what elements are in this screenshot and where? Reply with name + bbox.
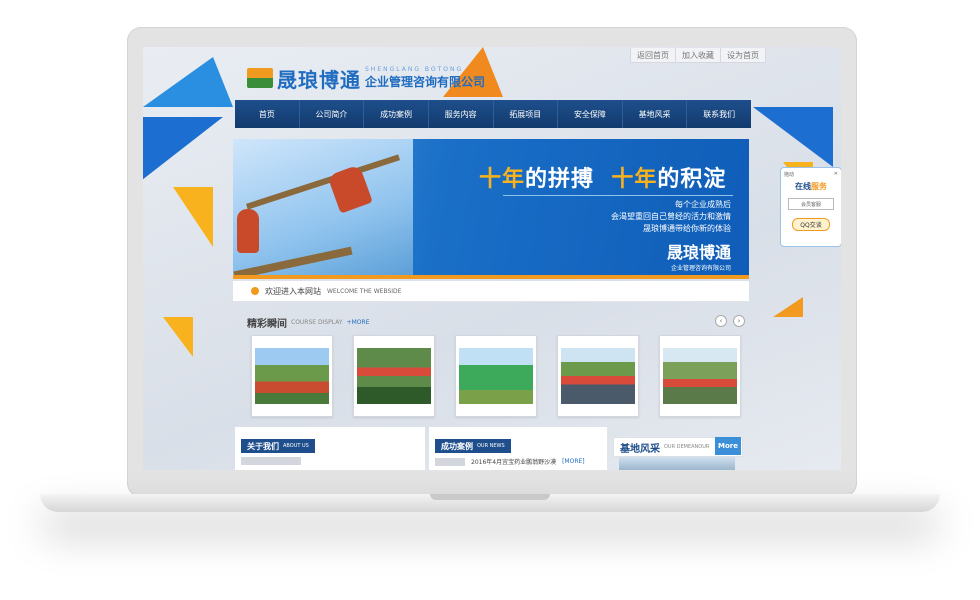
photo-image (255, 348, 329, 404)
news-more-link[interactable]: [MORE] (562, 458, 585, 465)
photo-image (459, 348, 533, 404)
nav-item-contact[interactable]: 联系我们 (687, 100, 751, 128)
nav-item-services[interactable]: 服务内容 (429, 100, 494, 128)
hero-banner[interactable]: 十年的拼搏 十年的积淀 每个企业成熟后 会渴望重回自己曾经的活力和激情 晟琅博通… (233, 139, 749, 279)
website-screen: 返回首页 加入收藏 设为首页 晟琅博通 SHENGLANG BOTONG 企业管… (143, 47, 841, 470)
banner-title: 十年的拼搏 十年的积淀 (479, 167, 727, 192)
chevron-left-icon[interactable]: ‹ (715, 315, 727, 327)
course-title: 精彩瞬间 (247, 319, 287, 330)
close-icon[interactable]: ✕ (834, 171, 838, 177)
course-thumbnail[interactable] (251, 335, 333, 417)
about-header: 关于我们 ABOUT US (241, 439, 315, 453)
decor-triangle (753, 107, 833, 167)
chevron-right-icon[interactable]: › (733, 315, 745, 327)
service-title: 在线服务 (795, 182, 827, 191)
welcome-text: 欢迎进入本网站 (265, 286, 321, 296)
carousel-arrows: ‹ › (715, 315, 745, 327)
decor-triangle (143, 57, 233, 107)
logo-cn: 企业管理咨询有限公司 (365, 75, 486, 89)
decor-triangle (173, 187, 213, 247)
photo-image (663, 348, 737, 404)
course-en: COURSE DISPLAY (291, 319, 343, 326)
main-nav: 首页 公司简介 成功案例 服务内容 拓展项目 安全保障 基地风采 联系我们 (235, 100, 751, 128)
news-thumbnail (435, 457, 465, 466)
climber-figure (237, 209, 259, 253)
base-photo (619, 457, 735, 470)
course-thumbnail[interactable] (455, 335, 537, 417)
base-more-button[interactable]: More (715, 437, 741, 455)
course-header: 精彩瞬间 COURSE DISPLAY +MORE (247, 315, 369, 330)
nav-item-about[interactable]: 公司简介 (300, 100, 365, 128)
course-thumbnail[interactable] (557, 335, 639, 417)
news-title[interactable]: 2016年4月宜宝药业鹏翁野沙漠 (471, 457, 556, 466)
banner-logo: 晟琅博通 企业管理咨询有限公司 (666, 243, 731, 272)
top-link-set-home[interactable]: 设为首页 (721, 48, 765, 62)
decor-triangle (773, 297, 803, 317)
site-logo[interactable]: 晟琅博通 SHENGLANG BOTONG 企业管理咨询有限公司 (247, 65, 485, 92)
photo-image (561, 348, 635, 404)
about-image-row (241, 457, 307, 465)
logo-icon (247, 68, 273, 88)
top-link-favorite[interactable]: 加入收藏 (676, 48, 721, 62)
course-thumbnail[interactable] (659, 335, 741, 417)
rss-icon (251, 287, 259, 295)
photo-image (357, 348, 431, 404)
news-item[interactable]: 2016年4月宜宝药业鹏翁野沙漠 [MORE] (435, 457, 585, 466)
banner-photo (233, 139, 413, 279)
banner-divider (503, 195, 733, 196)
about-section: 关于我们 ABOUT US (235, 427, 425, 470)
course-thumbnails (251, 335, 741, 417)
climber-figure (327, 164, 373, 214)
welcome-en: WELCOME THE WEBSIDE (327, 287, 402, 295)
member-service-button[interactable]: 会员客服 (788, 198, 834, 210)
welcome-bar: 欢迎进入本网站 WELCOME THE WEBSIDE (233, 281, 749, 302)
course-thumbnail[interactable] (353, 335, 435, 417)
laptop-notch (430, 494, 550, 500)
news-section: 成功案例 OUR NEWS 2016年4月宜宝药业鹏翁野沙漠 [MORE] (429, 427, 607, 470)
nav-item-safety[interactable]: 安全保障 (558, 100, 623, 128)
drag-label[interactable]: 拖动 (784, 171, 794, 178)
top-links: 返回首页 加入收藏 设为首页 (630, 48, 766, 63)
nav-item-projects[interactable]: 拓展项目 (494, 100, 559, 128)
banner-text: 每个企业成熟后 会渴望重回自己曾经的活力和激情 晟琅博通带给你新的体验 (611, 200, 731, 233)
nav-item-cases[interactable]: 成功案例 (364, 100, 429, 128)
logo-subtext: SHENGLANG BOTONG 企业管理咨询有限公司 (365, 66, 485, 90)
qq-chat-button[interactable]: QQ交谈 (792, 218, 830, 231)
top-link-home[interactable]: 返回首页 (631, 48, 676, 62)
pole-shape (245, 154, 401, 210)
course-more-link[interactable]: +MORE (347, 319, 370, 326)
decor-triangle (163, 317, 193, 357)
logo-en: SHENGLANG BOTONG (365, 66, 464, 73)
decor-triangle (143, 117, 223, 187)
nav-item-home[interactable]: 首页 (235, 100, 300, 128)
base-en: OUR DEMEANOUR (664, 444, 710, 450)
about-thumbnail (241, 457, 301, 465)
nav-item-base[interactable]: 基地风采 (623, 100, 688, 128)
banner-accent-bar (233, 275, 749, 279)
service-top: 拖动 ✕ (781, 168, 841, 180)
logo-main-text: 晟琅博通 (277, 67, 361, 92)
base-title: 基地风采 (620, 443, 660, 455)
news-header: 成功案例 OUR NEWS (435, 439, 511, 453)
online-service-widget: 拖动 ✕ 在线服务 会员客服 QQ交谈 (780, 167, 841, 247)
